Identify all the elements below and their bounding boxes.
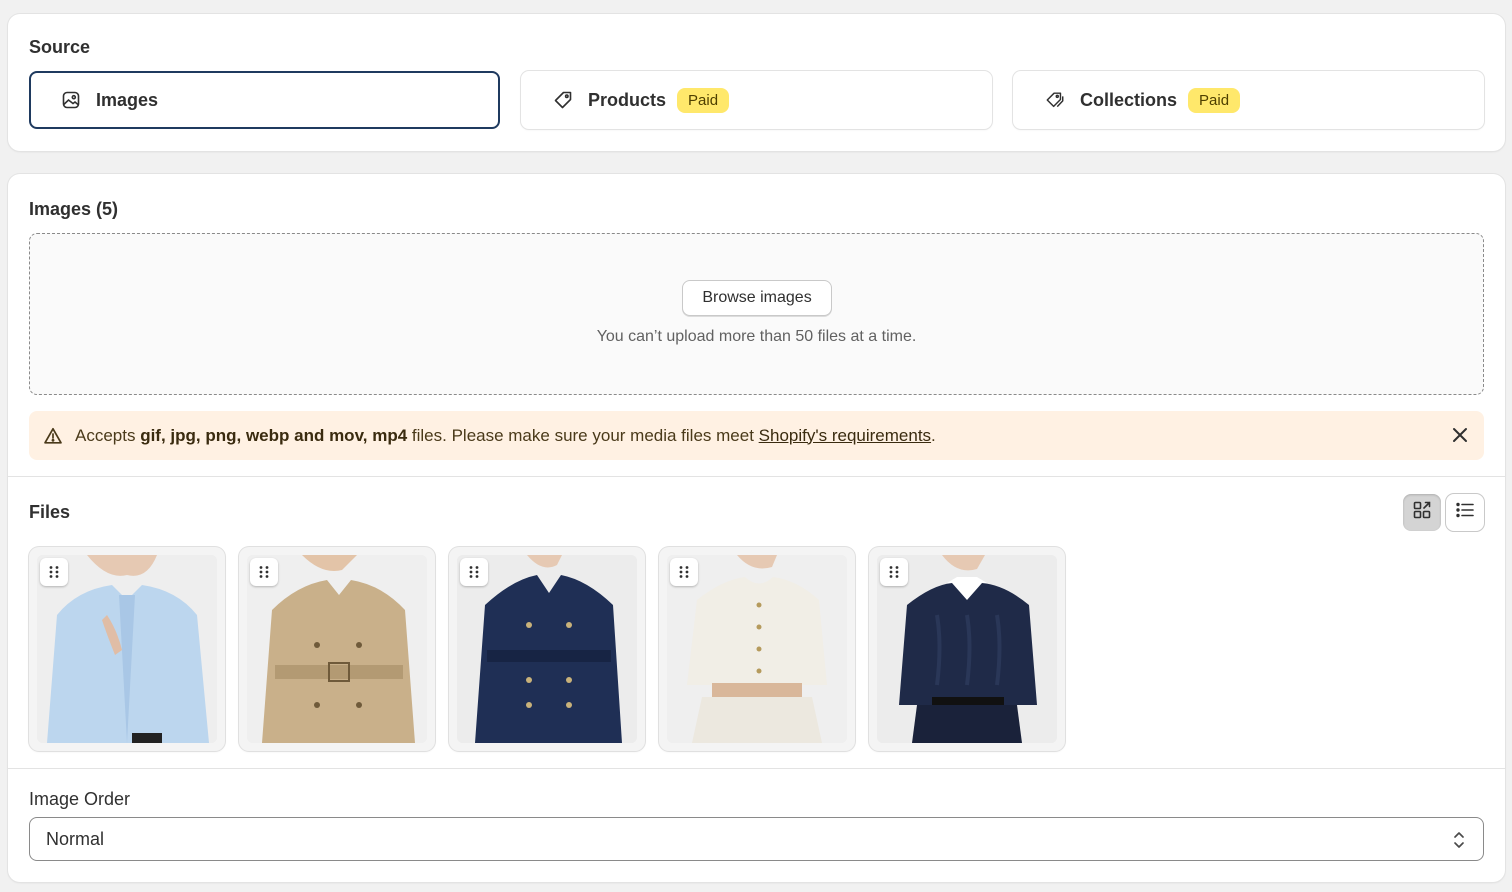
alert-triangle-icon (43, 426, 63, 446)
source-option-label: Products (588, 89, 667, 110)
divider (8, 768, 1505, 769)
image-dropzone[interactable]: Browse images You can’t upload more than… (29, 233, 1484, 395)
source-card: Source Images Products Paid Collections … (8, 14, 1505, 151)
upload-limit-note: You can’t upload more than 50 files at a… (596, 328, 917, 345)
image-order-select[interactable]: Normal (29, 817, 1484, 861)
source-option-collections[interactable]: Collections Paid (1013, 71, 1484, 129)
drag-handle-icon[interactable] (40, 558, 68, 586)
files-title: Files (29, 502, 71, 522)
banner-formats: gif, jpg, png, webp and mov, mp4 (140, 425, 408, 445)
file-item[interactable] (239, 547, 435, 751)
list-view-icon (1455, 500, 1475, 525)
source-option-images[interactable]: Images (29, 71, 500, 129)
drag-handle-icon[interactable] (460, 558, 488, 586)
banner-text: Accepts gif, jpg, png, webp and mov, mp4… (75, 425, 936, 445)
drag-handle-icon[interactable] (880, 558, 908, 586)
close-icon[interactable] (1450, 425, 1470, 445)
image-order-value: Normal (46, 828, 105, 849)
divider (8, 476, 1505, 477)
image-icon (61, 90, 81, 110)
tag-icon (553, 90, 573, 110)
collection-tag-icon (1045, 90, 1065, 110)
shopify-requirements-link[interactable]: Shopify's requirements (759, 426, 931, 445)
grid-view-button[interactable] (1403, 494, 1441, 531)
source-option-label: Collections (1080, 89, 1178, 110)
grid-view-icon (1412, 500, 1432, 525)
file-item[interactable] (449, 547, 645, 751)
images-title: Images (5) (29, 199, 119, 219)
source-title: Source (29, 37, 91, 57)
accepted-formats-banner: Accepts gif, jpg, png, webp and mov, mp4… (29, 411, 1484, 460)
image-order-label: Image Order (29, 789, 131, 809)
drag-handle-icon[interactable] (670, 558, 698, 586)
source-option-products[interactable]: Products Paid (521, 71, 992, 129)
source-option-label: Images (96, 89, 159, 110)
file-item[interactable] (659, 547, 855, 751)
browse-images-button[interactable]: Browse images (682, 280, 832, 316)
select-chevron-icon (1449, 829, 1469, 851)
paid-badge: Paid (677, 87, 730, 113)
list-view-button[interactable] (1446, 494, 1484, 531)
drag-handle-icon[interactable] (250, 558, 278, 586)
file-item[interactable] (29, 547, 225, 751)
file-item[interactable] (869, 547, 1065, 751)
images-card: Images (5) Browse images You can’t uploa… (8, 174, 1505, 882)
paid-badge: Paid (1188, 87, 1241, 113)
